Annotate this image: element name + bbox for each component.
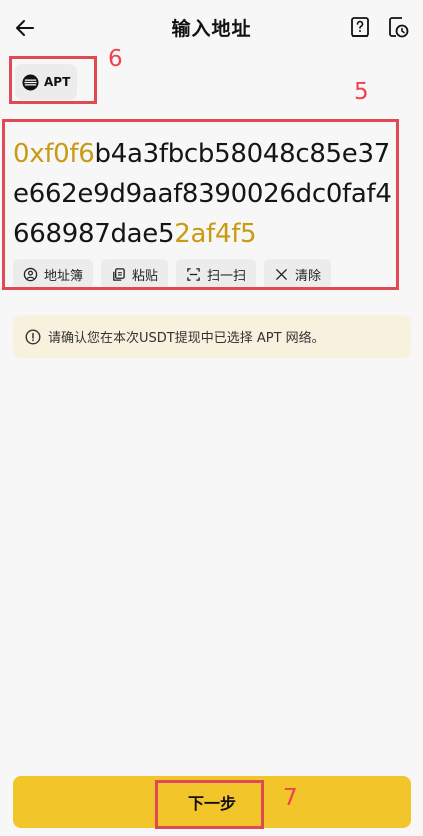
annotation-box-address bbox=[2, 119, 399, 290]
notice-text: 请确认您在本次USDT提现中已选择 APT 网络。 bbox=[48, 331, 325, 346]
annotation-box-next bbox=[155, 780, 264, 829]
help-book-icon bbox=[351, 17, 369, 37]
info-icon bbox=[25, 328, 41, 345]
annotation-number-address: 5 bbox=[354, 79, 369, 105]
header: 输入地址 bbox=[0, 0, 423, 56]
history-clock-icon bbox=[389, 17, 409, 38]
network-notice: 请确认您在本次USDT提现中已选择 APT 网络。 bbox=[13, 315, 411, 358]
annotation-box-network bbox=[9, 56, 97, 104]
annotation-number-network: 6 bbox=[108, 46, 123, 72]
history-button[interactable] bbox=[385, 14, 411, 40]
help-button[interactable] bbox=[347, 14, 373, 40]
annotation-number-next: 7 bbox=[283, 785, 298, 811]
